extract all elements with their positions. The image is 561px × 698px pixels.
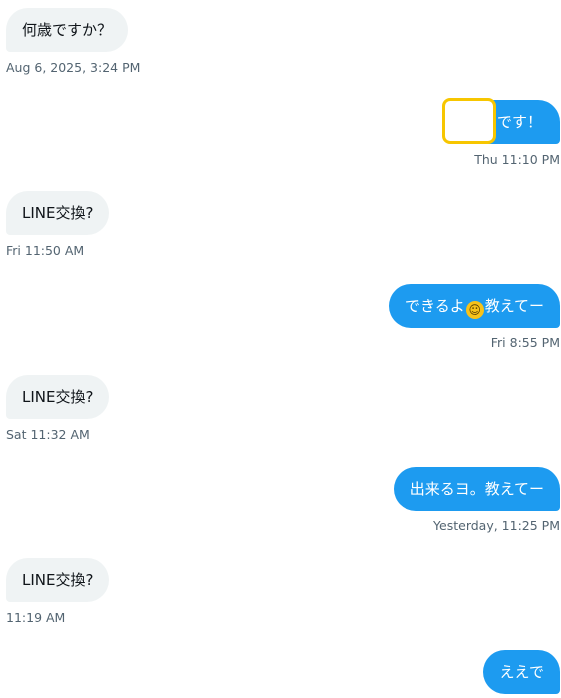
message-timestamp: Aug 6, 2025, 3:24 PM <box>6 60 141 75</box>
smiley-face-icon: ☺ <box>465 301 484 319</box>
message-text: 出来るヨ。教えてー <box>409 480 544 498</box>
message-text: LINE交換? <box>22 204 94 222</box>
incoming-message-bubble[interactable]: LINE交換? <box>6 558 110 602</box>
message-text: ええで <box>499 663 544 681</box>
message-text: 何歳ですか？ <box>22 21 113 39</box>
outgoing-message-bubble[interactable]: ええで <box>483 650 560 694</box>
outgoing-message-bubble[interactable]: 出来るヨ。教えてー <box>393 467 560 511</box>
message-timestamp: Thu 11:10 PM <box>474 152 560 167</box>
message-timestamp: Yesterday, 11:25 PM <box>433 518 560 533</box>
message-text: 教えてー <box>484 297 544 315</box>
outgoing-message-bubble[interactable]: できるよ ☺ 教えてー <box>389 284 560 328</box>
incoming-message-bubble[interactable]: LINE交換? <box>6 191 110 235</box>
incoming-message-bubble[interactable]: LINE交換? <box>6 375 110 419</box>
message-timestamp: 11:19 AM <box>6 610 66 625</box>
message-text: できるよ <box>405 297 465 315</box>
message-text: です！ <box>496 113 542 131</box>
message-timestamp: Fri 11:50 AM <box>6 243 85 258</box>
message-text: LINE交換? <box>22 571 94 589</box>
message-timestamp: Fri 8:55 PM <box>490 335 560 350</box>
dm-conversation: 何歳ですか？ Aug 6, 2025, 3:24 PM です！ Thu 11:1… <box>0 0 561 698</box>
highlight-box <box>442 98 496 144</box>
message-text: LINE交換? <box>22 388 94 406</box>
message-timestamp: Sat 11:32 AM <box>6 427 90 442</box>
incoming-message-bubble[interactable]: 何歳ですか？ <box>6 8 129 52</box>
